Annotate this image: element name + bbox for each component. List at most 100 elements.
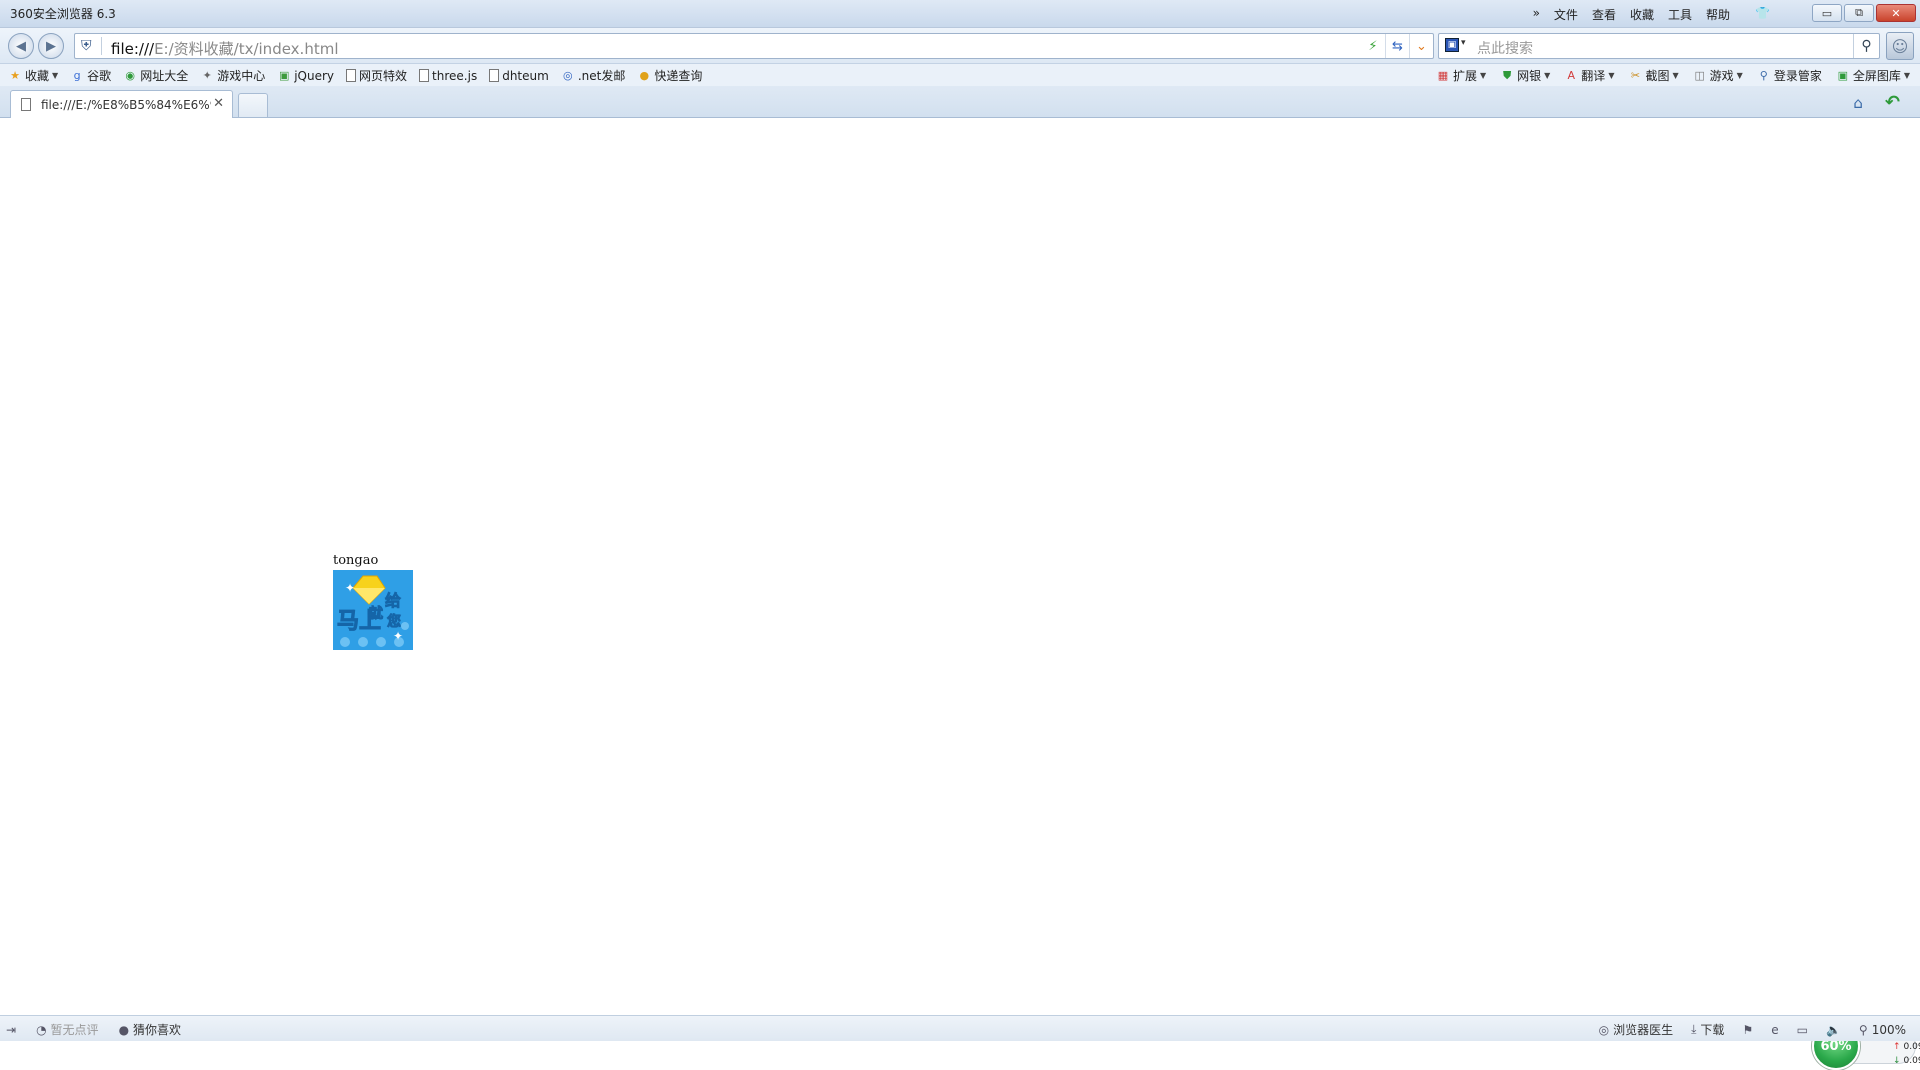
favorite-label: 收藏 (25, 69, 50, 83)
menu-file[interactable]: 文件 (1554, 6, 1578, 23)
page-icon (21, 98, 31, 111)
status-zoom[interactable]: ⚲ 100% (1859, 1023, 1906, 1037)
page-icon (346, 69, 357, 82)
status-bar: ⇥ ◔ 暂无点评 ● 猜你喜欢 ◎ 浏览器医生 ⤓ 下载 ⚑ e ▭ 🔈 ⚲ 100% (0, 1015, 1920, 1041)
undo-close-icon[interactable]: ↶ (1885, 92, 1900, 113)
favorites-left: ★ 收藏 ▼ g 谷歌 ◉ 网址大全 ✦ 游戏中心 ▣ jQuery 网页特效 three.js dhte… (8, 67, 702, 84)
favorite-gamepad[interactable]: ✦ 游戏中心 (200, 67, 266, 84)
favorite-globe[interactable]: ◉ 网址大全 (123, 67, 188, 84)
menu-more-icon[interactable]: » (1533, 6, 1540, 23)
user-avatar[interactable]: ☺ (1886, 32, 1914, 60)
status-doctor[interactable]: ◎ 浏览器医生 (1599, 1021, 1674, 1038)
favorite-star[interactable]: ★ 收藏 ▼ (8, 67, 58, 84)
gallery-icon: ▣ (1837, 69, 1849, 82)
extensions-icon: ▦ (1437, 69, 1449, 82)
favorite-express[interactable]: ● 快递查询 (637, 67, 703, 84)
favorite-jquery[interactable]: ▣ jQuery (277, 69, 334, 83)
caret-down-icon[interactable]: ▼ (1608, 71, 1614, 80)
favorite-label: 谷歌 (87, 69, 112, 83)
download-arrow-icon: ↓ (1893, 1056, 1901, 1066)
caret-down-icon[interactable]: ▼ (1904, 71, 1910, 80)
exit-icon: ⇥ (6, 1022, 17, 1037)
caret-down-icon[interactable]: ▼ (1672, 71, 1678, 80)
search-box[interactable]: ▣ ▾ 点此搜索 ⚲ (1438, 33, 1880, 59)
toolbar-label: 全屏图库 (1852, 69, 1901, 83)
toolbar-game[interactable]: ◫ 游戏 ▼ (1693, 67, 1743, 84)
favorite-label: .net发邮 (577, 69, 626, 83)
tab-close-icon[interactable]: ✕ (213, 96, 224, 111)
window-title: 360安全浏览器 6.3 (10, 7, 116, 21)
status-label: 暂无点评 (50, 1023, 99, 1037)
status-comment[interactable]: ◔ 暂无点评 (36, 1021, 99, 1038)
toolbar-screenshot[interactable]: ✂ 截图 ▼ (1628, 67, 1679, 84)
back-button[interactable]: ◀ (8, 33, 34, 59)
user-icon: ☺ (1891, 36, 1909, 56)
compat-switch-icon[interactable]: ⇆ (1385, 34, 1409, 58)
skin-icon[interactable]: 👕 (1755, 6, 1770, 20)
profile-image: 马上 就 给 您 ✦ ✦ (333, 570, 413, 650)
toolbar-login-manager[interactable]: ⚲ 登录管家 (1757, 67, 1822, 84)
favorite-page[interactable]: 网页特效 (346, 67, 407, 84)
favorite-page[interactable]: three.js (419, 69, 477, 83)
forward-arrow-icon: ▶ (46, 38, 56, 54)
status-label: 浏览器医生 (1613, 1023, 1674, 1037)
caret-down-icon[interactable]: ▼ (1544, 71, 1550, 80)
favorite-google[interactable]: g 谷歌 (70, 67, 112, 84)
new-tab-button[interactable] (238, 93, 268, 117)
menu-favorites[interactable]: 收藏 (1630, 6, 1654, 23)
forward-button[interactable]: ▶ (38, 33, 64, 59)
favorites-right: ▦ 扩展 ▼ ⛊ 网银 ▼ A 翻译 ▼ ✂ 截图 ▼ ◫ 游戏 ▼ ⚲ 登录管家 ▣ 全屏图库 ▼ (1436, 67, 1910, 84)
search-button[interactable]: ⚲ (1853, 34, 1879, 58)
engine-caret-icon[interactable]: ▾ (1461, 38, 1466, 48)
status-label: 猜你喜欢 (133, 1023, 182, 1037)
gamepad-icon: ✦ (202, 69, 212, 82)
toolbar-label: 网银 (1517, 69, 1542, 83)
status-compat[interactable]: ⚑ (1742, 1023, 1753, 1037)
caret-down-icon[interactable]: ▼ (1480, 71, 1486, 80)
security-shield-icon[interactable]: ⛨ (81, 38, 92, 54)
toolbar-label: 截图 (1645, 69, 1670, 83)
favorite-label: 快递查询 (654, 69, 703, 83)
toolbar-label: 登录管家 (1773, 69, 1822, 83)
status-ie[interactable]: e (1771, 1023, 1778, 1037)
status-sound[interactable]: 🔈 (1826, 1023, 1841, 1037)
menu-help[interactable]: 帮助 (1706, 6, 1730, 23)
toolbar-translate[interactable]: A 翻译 ▼ (1564, 67, 1615, 84)
toolbar-extensions[interactable]: ▦ 扩展 ▼ (1436, 67, 1486, 84)
network-speeds: ↑0.09K/s ↓0.09K/s (1893, 1040, 1920, 1068)
favorite-label: 游戏中心 (217, 69, 266, 83)
status-exit[interactable]: ⇥ (6, 1023, 16, 1037)
close-button[interactable]: ✕ (1876, 4, 1916, 22)
search-input[interactable]: 点此搜索 (1477, 38, 1533, 58)
minimize-button[interactable]: ▭ (1812, 4, 1842, 22)
search-engine-icon[interactable]: ▣ (1445, 38, 1459, 52)
toolbar-gallery[interactable]: ▣ 全屏图库 ▼ (1836, 67, 1910, 84)
caret-down-icon[interactable]: ▼ (52, 71, 58, 80)
download-icon: ⤓ (1691, 1022, 1697, 1036)
favorite-page[interactable]: dhteum (489, 69, 549, 83)
page-content: tongao 马上 就 给 您 ✦ ✦ ↑0.09K/s ↓0.09K/s 60… (0, 118, 1920, 1070)
upload-arrow-icon: ↑ (1893, 1042, 1901, 1052)
tab-active[interactable]: file:///E:/%E8%B5%84%E6%96%99%E6%94%B6%E… (10, 90, 233, 118)
back-arrow-icon: ◀ (16, 38, 26, 54)
profile-image-graphic: 马上 就 给 您 ✦ ✦ (333, 570, 413, 650)
favorites-bar: ★ 收藏 ▼ g 谷歌 ◉ 网址大全 ✦ 游戏中心 ▣ jQuery 网页特效 three.js dhte… (0, 64, 1920, 86)
toolbar-bank-shield[interactable]: ⛊ 网银 ▼ (1500, 67, 1550, 84)
caret-down-icon[interactable]: ▼ (1737, 71, 1743, 80)
speed-mode-icon[interactable]: ⚡ (1361, 34, 1385, 58)
status-download[interactable]: ⤓ 下载 (1691, 1021, 1724, 1038)
home-icon[interactable]: ⌂ (1853, 94, 1863, 112)
net-icon: ◎ (563, 69, 573, 82)
restore-button[interactable]: ⧉ (1844, 4, 1874, 22)
toolbar-label: 扩展 (1452, 69, 1477, 83)
dropdown-chevron-icon[interactable]: ⌄ (1409, 34, 1433, 58)
game-icon: ◫ (1694, 69, 1705, 82)
address-bar[interactable]: ⛨ file:///E:/资料收藏/tx/index.html ⚡ ⇆ ⌄ (74, 33, 1434, 59)
status-window[interactable]: ▭ (1797, 1023, 1808, 1037)
status-recommend[interactable]: ● 猜你喜欢 (119, 1021, 182, 1038)
menu-view[interactable]: 查看 (1592, 6, 1616, 23)
menu-tools[interactable]: 工具 (1668, 6, 1692, 23)
favorite-net[interactable]: ◎ .net发邮 (561, 67, 626, 84)
address-url[interactable]: file:///E:/资料收藏/tx/index.html (111, 38, 339, 59)
image-text-2: 就 (369, 605, 383, 622)
